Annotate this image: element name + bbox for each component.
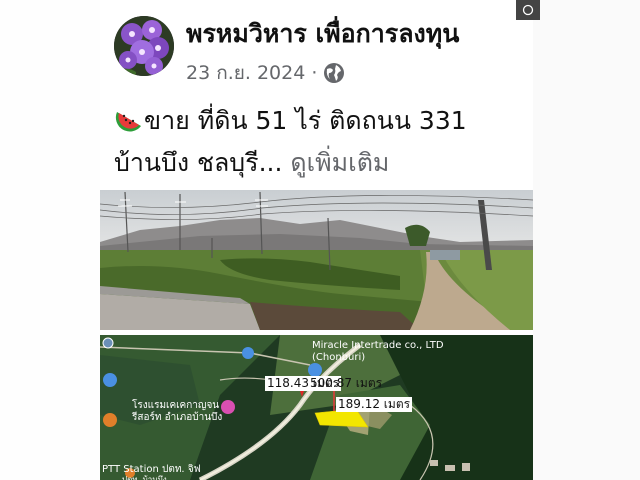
map-dimension-2: 500.87 เมตร	[310, 376, 383, 390]
map-company-label: Miracle Intertrade co., LTD (Chonburi)	[312, 340, 444, 363]
left-margin	[0, 0, 100, 480]
author-name[interactable]: พรหมวิหาร เพื่อการลงทุน	[186, 14, 459, 54]
purple-flower-avatar-icon	[114, 16, 174, 76]
globe-icon[interactable]	[323, 62, 345, 84]
map-dimension-3: 189.12 เมตร	[336, 397, 413, 412]
post-text-content-2: บ้านบึง ชลบุรี...	[114, 148, 283, 177]
right-margin	[533, 0, 640, 480]
circle-icon	[522, 4, 534, 16]
post-text-line-1: ขาย ที่ดิน 51 ไร่ ติดถนน 331	[114, 100, 524, 142]
corner-button[interactable]	[516, 0, 540, 20]
watermelon-icon	[115, 112, 141, 132]
land-photo[interactable]	[100, 190, 533, 330]
post-text: ขาย ที่ดิน 51 ไร่ ติดถนน 331 บ้านบึง ชลบ…	[114, 100, 524, 184]
post-text-line-2: บ้านบึง ชลบุรี... ดูเพิ่มเติม	[114, 142, 524, 184]
post-card: พรหมวิหาร เพื่อการลงทุน 23 ก.ย. 2024 · ข…	[100, 0, 533, 480]
avatar[interactable]	[114, 16, 174, 76]
see-more-link[interactable]: ดูเพิ่มเติม	[290, 148, 389, 177]
post-meta: 23 ก.ย. 2024 ·	[186, 58, 345, 88]
post-date[interactable]: 23 ก.ย. 2024	[186, 58, 305, 88]
meta-separator: ·	[311, 62, 318, 84]
map-place-label: โรงแรมเคเคกาญจน รีสอร์ท อำเภอบ้านบึง	[132, 400, 223, 423]
map-station-sub: ปตท. บ้านบึง	[122, 475, 167, 480]
post-text-content-1: ขาย ที่ดิน 51 ไร่ ติดถนน 331	[144, 106, 467, 135]
